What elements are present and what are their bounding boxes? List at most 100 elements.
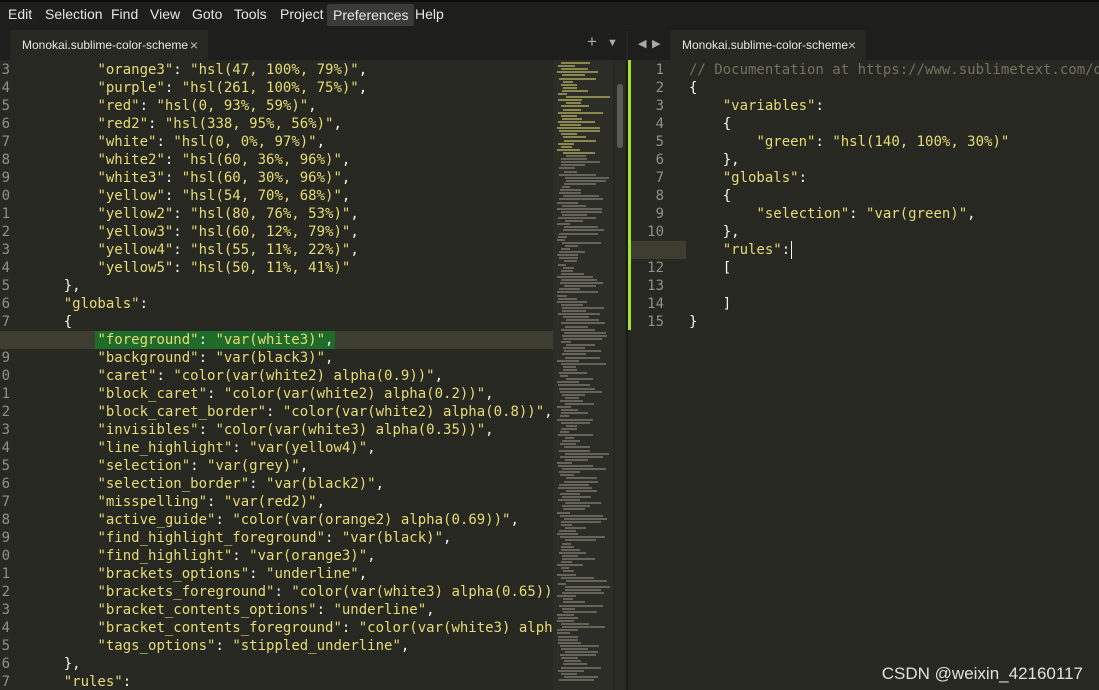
minimap-line [566, 489, 597, 492]
minimap-line [565, 325, 588, 328]
minimap-line [557, 238, 565, 241]
minimap-line [561, 576, 594, 579]
minimap-line [561, 341, 571, 343]
close-icon[interactable]: × [848, 30, 856, 60]
minimap-line [561, 68, 588, 71]
minimap-line [561, 567, 569, 570]
minimap-line [561, 666, 601, 669]
code-line: { [30, 314, 73, 330]
code-line: "block_caret": "color(var(white2) alpha(… [97, 386, 494, 402]
line-number: 10 [647, 224, 664, 240]
minimap-line [563, 570, 574, 573]
minimap-line [563, 347, 585, 350]
minimap-line [557, 254, 578, 257]
scrollbar-thumb[interactable] [617, 84, 623, 148]
minimap-line [560, 282, 603, 285]
code-line: ] [689, 296, 732, 312]
minimap-line [558, 99, 582, 102]
code-line: "bracket_contents_options": "underline", [97, 602, 435, 618]
menu-view[interactable]: View [150, 6, 180, 22]
line-number: 13 [647, 278, 664, 294]
prev-tab-icon[interactable]: ◀ [638, 37, 646, 50]
minimap-line [558, 434, 593, 436]
tab-monokai-right[interactable]: Monokai.sublime-color-scheme × [670, 30, 866, 60]
minimap-line [566, 579, 607, 582]
minimap-line [560, 430, 569, 433]
minimap-line [561, 561, 572, 564]
minimap-line [558, 111, 603, 114]
minimap-line [560, 455, 603, 458]
left-editor-pane[interactable]: 34567890123456789012345678901234567 "ora… [0, 60, 553, 690]
right-editor-pane[interactable]: 123456789101112131415 // Documentation a… [631, 60, 1099, 690]
menu-edit[interactable]: Edit [8, 6, 32, 22]
minimap-line [557, 461, 572, 464]
minimap-line [559, 288, 580, 291]
minimap-line [560, 399, 583, 402]
close-icon[interactable]: × [190, 30, 198, 60]
code-line: "variables": [722, 98, 824, 114]
line-number: 1 [1, 566, 10, 582]
menu-preferences[interactable]: Preferences [327, 4, 415, 26]
minimap-line [564, 350, 601, 353]
minimap-line [559, 604, 603, 607]
minimap-line [562, 505, 590, 508]
code-line: "tags_options": "stippled_underline", [97, 638, 410, 654]
code-line: "misspelling": "var(red2)", [97, 494, 326, 510]
minimap-line [561, 421, 590, 424]
code-line: "yellow3": "hsl(60, 12%, 79%)", [97, 224, 359, 240]
menu-project[interactable]: Project [280, 6, 324, 22]
minimap-line [561, 328, 595, 331]
minimap-line [557, 223, 570, 226]
code-line: "background": "var(black3)", [97, 350, 334, 366]
tab-monokai-left[interactable]: Monokai.sublime-color-scheme × [10, 30, 208, 60]
menu-help[interactable]: Help [415, 6, 444, 22]
vertical-scrollbar[interactable] [615, 60, 625, 690]
minimap-line [565, 356, 600, 359]
line-number: 5 [655, 134, 664, 150]
code-line: { [689, 116, 732, 132]
code-line: "globals": [63, 296, 149, 312]
menu-find[interactable]: Find [111, 6, 138, 22]
minimap-line [563, 151, 595, 154]
line-number: 6 [1, 296, 10, 312]
line-number: 9 [1, 530, 10, 546]
minimap-line [561, 545, 574, 548]
minimap-line [565, 651, 598, 653]
menu-selection[interactable]: Selection [45, 6, 103, 22]
minimap-line [561, 647, 588, 650]
line-number: 4 [1, 260, 10, 276]
left-tab-bar: Monokai.sublime-color-scheme × [0, 30, 626, 60]
right-tab-bar: Monokai.sublime-color-scheme × [628, 30, 1099, 60]
code-line: "selection": "var(green)", [756, 206, 976, 222]
minimap-line [557, 595, 576, 598]
minimap-line [557, 406, 571, 409]
add-tab-icon[interactable]: + [587, 32, 597, 52]
minimap-line [563, 136, 586, 139]
code-line: "white2": "hsl(60, 36%, 96%)", [97, 152, 351, 168]
minimap-line [558, 120, 595, 123]
next-tab-icon[interactable]: ▶ [652, 37, 660, 50]
minimap-line [563, 195, 599, 198]
minimap-line [557, 127, 600, 130]
code-line: [ [689, 260, 732, 276]
minimap-line [558, 297, 577, 300]
menu-tools[interactable]: Tools [234, 6, 267, 22]
minimap-line [559, 198, 603, 201]
tab-dropdown-icon[interactable]: ▼ [607, 37, 618, 49]
line-number: 5 [1, 638, 10, 654]
minimap-line [564, 660, 581, 663]
menu-goto[interactable]: Goto [192, 6, 222, 22]
minimap-line [561, 657, 578, 660]
code-line: }, [30, 656, 81, 672]
code-line: "red": "hsl(0, 93%, 59%)", [97, 98, 317, 114]
line-number: 15 [647, 314, 664, 330]
minimap[interactable] [553, 60, 613, 690]
minimap-line [562, 89, 588, 92]
minimap-line [561, 269, 573, 272]
minimap-line [562, 213, 587, 216]
minimap-line [557, 564, 583, 567]
code-line: "yellow": "hsl(54, 70%, 68%)", [97, 188, 351, 204]
minimap-line [558, 93, 567, 95]
line-number: 1 [1, 386, 10, 402]
minimap-line [560, 474, 574, 477]
